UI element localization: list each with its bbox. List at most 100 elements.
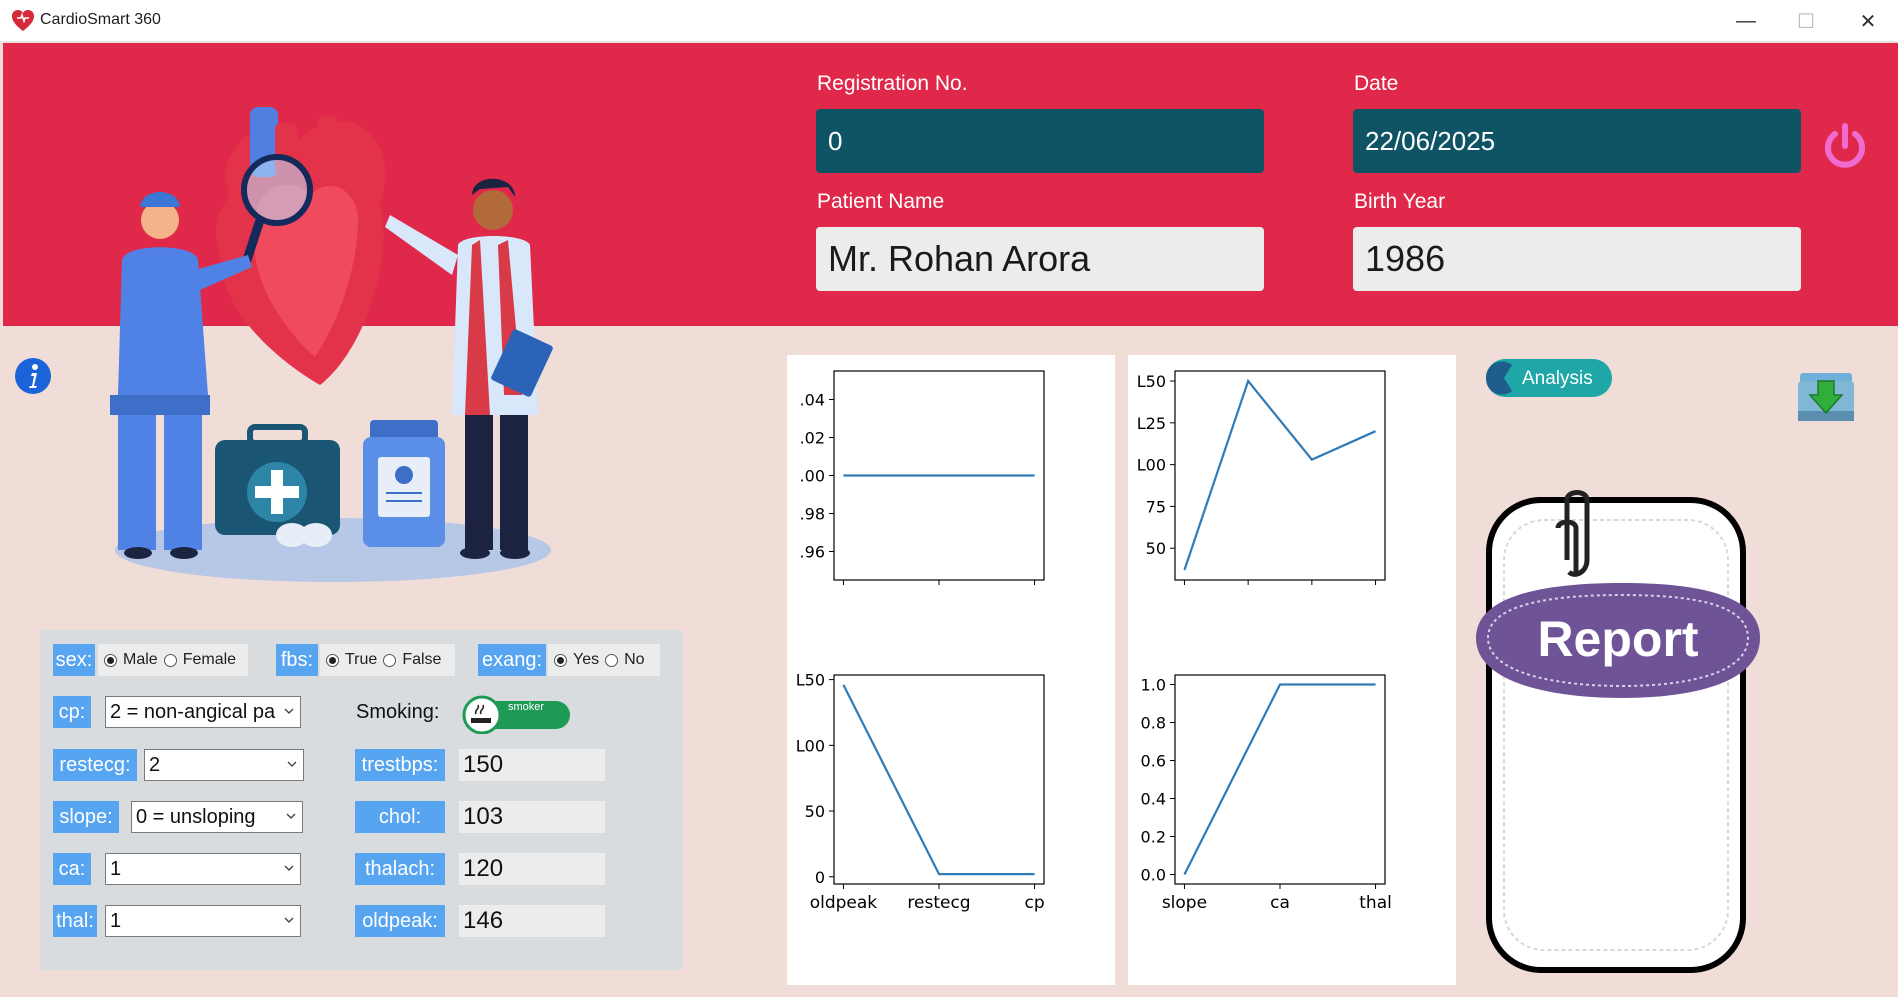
cp-select-value: 2 = non-angical pa [110, 700, 276, 723]
maximize-button[interactable]: ☐ [1776, 0, 1836, 42]
y-tick-label: .04 [800, 391, 825, 410]
patient-name-label: Patient Name [817, 190, 945, 213]
cp-select[interactable]: 2 = non-angical pa [105, 696, 301, 728]
oldpeak-field[interactable]: 146 [459, 905, 605, 937]
chart-axes-frame [1174, 370, 1386, 581]
chol-tag: chol: [355, 801, 445, 833]
exang-no-label: No [624, 651, 645, 668]
radio-dot [554, 653, 567, 667]
radio-dot [383, 653, 397, 667]
y-tick-label: 50 [805, 802, 825, 821]
y-tick-label: 0.4 [1141, 790, 1166, 809]
y-tick-label: L50 [1137, 372, 1166, 391]
y-tick-label: .02 [800, 429, 825, 448]
chart-axes-frame [833, 674, 1045, 885]
fbs-false-radio[interactable]: False [383, 651, 441, 669]
exang-radio-group: Yes No [548, 644, 660, 676]
y-tick-label: 0.6 [1141, 752, 1166, 771]
sex-male-label: Male [123, 651, 158, 668]
y-tick-label: L50 [796, 671, 825, 690]
chevron-down-icon [287, 761, 297, 767]
download-icon[interactable] [1796, 367, 1856, 423]
thalach-tag: thalach: [355, 853, 445, 885]
chevron-down-icon [286, 813, 296, 819]
title-bar: CardioSmart 360 — ☐ ✕ [0, 0, 1898, 42]
y-tick-label: 0 [815, 868, 825, 887]
date-label: Date [1354, 72, 1399, 95]
series-line [842, 684, 1035, 876]
thal-select-value: 1 [110, 909, 122, 932]
x-tick-label: ca [1270, 893, 1290, 913]
chart-axes-frame [1174, 674, 1386, 885]
report-button[interactable]: Report [1472, 488, 1764, 973]
doctors-heart-illustration [110, 107, 553, 582]
exang-yes-radio[interactable]: Yes [554, 651, 599, 669]
date-field[interactable]: 22/06/2025 [1353, 109, 1801, 173]
radio-dot [326, 653, 339, 667]
sex-tag: sex: [53, 644, 95, 676]
sex-female-radio[interactable]: Female [163, 651, 237, 669]
patient-name-field[interactable]: Mr. Rohan Arora [816, 227, 1264, 291]
radio-dot [104, 653, 117, 667]
sex-female-label: Female [182, 651, 237, 668]
fbs-radio-group: True False [320, 644, 455, 676]
series-line [1183, 683, 1376, 875]
minimize-button[interactable]: — [1716, 0, 1776, 42]
power-icon[interactable] [1817, 118, 1873, 174]
report-button-label: Report [1537, 611, 1698, 667]
thal-select[interactable]: 1 [105, 905, 301, 937]
close-button[interactable]: ✕ [1838, 0, 1898, 42]
chevron-down-icon [284, 708, 294, 714]
y-tick-label: .00 [800, 467, 825, 486]
registration-label: Registration No. [817, 72, 968, 95]
smoking-toggle[interactable]: smoker [462, 694, 572, 734]
trestbps-field[interactable]: 150 [459, 749, 605, 781]
window-title: CardioSmart 360 [40, 11, 161, 28]
smoking-label: Smoking: [356, 701, 440, 723]
y-tick-label: 0.8 [1141, 714, 1166, 733]
y-tick-label: .96 [800, 543, 825, 562]
thalach-field[interactable]: 120 [459, 853, 605, 885]
birth-year-field[interactable]: 1986 [1353, 227, 1801, 291]
ca-tag: ca: [53, 853, 91, 885]
analysis-button[interactable]: Analysis [1484, 357, 1614, 399]
y-tick-label: L00 [1137, 456, 1166, 475]
restecg-select[interactable]: 2 [144, 749, 304, 781]
slope-select[interactable]: 0 = unsloping [131, 801, 303, 833]
y-tick-label: 1.0 [1141, 676, 1166, 695]
y-tick-label: L00 [796, 736, 825, 755]
slope-tag: slope: [53, 801, 119, 833]
y-tick-label: 75 [1146, 497, 1166, 516]
ca-select-value: 1 [110, 857, 122, 880]
y-tick-label: L25 [1137, 414, 1166, 433]
oldpeak-tag: oldpeak: [355, 905, 445, 937]
ca-select[interactable]: 1 [105, 853, 301, 885]
fbs-true-radio[interactable]: True [326, 651, 377, 669]
chol-field[interactable]: 103 [459, 801, 605, 833]
fbs-true-label: True [345, 651, 378, 668]
restecg-select-value: 2 [149, 753, 161, 776]
info-icon[interactable] [14, 357, 52, 395]
fbs-false-label: False [402, 651, 442, 668]
registration-field[interactable]: 0 [816, 109, 1264, 173]
chart-top-left: .96 .98 .00 .02 .04 [800, 370, 1045, 585]
x-tick-label: restecg [907, 893, 970, 913]
x-tick-label: oldpeak [810, 893, 878, 913]
radio-dot [163, 653, 177, 667]
radio-dot [605, 653, 619, 667]
x-tick-label: slope [1162, 893, 1207, 913]
y-tick-label: 0.0 [1141, 866, 1166, 885]
exang-tag: exang: [478, 644, 546, 676]
cp-tag: cp: [53, 696, 91, 728]
smoking-toggle-text: smoker [508, 701, 544, 713]
exang-no-radio[interactable]: No [605, 651, 645, 669]
y-tick-label: 50 [1146, 539, 1166, 558]
heart-app-icon [12, 10, 34, 31]
exang-yes-label: Yes [573, 651, 600, 668]
chart-bottom-left: 0 50 L00 L50 oldpeak restecg cp [796, 671, 1045, 913]
sex-male-radio[interactable]: Male [104, 651, 158, 669]
chart-top-right: 50 75 L00 L25 L50 [1137, 370, 1386, 585]
sex-radio-group: Male Female [98, 644, 248, 676]
chevron-down-icon [284, 917, 294, 923]
chevron-down-icon [284, 865, 294, 871]
